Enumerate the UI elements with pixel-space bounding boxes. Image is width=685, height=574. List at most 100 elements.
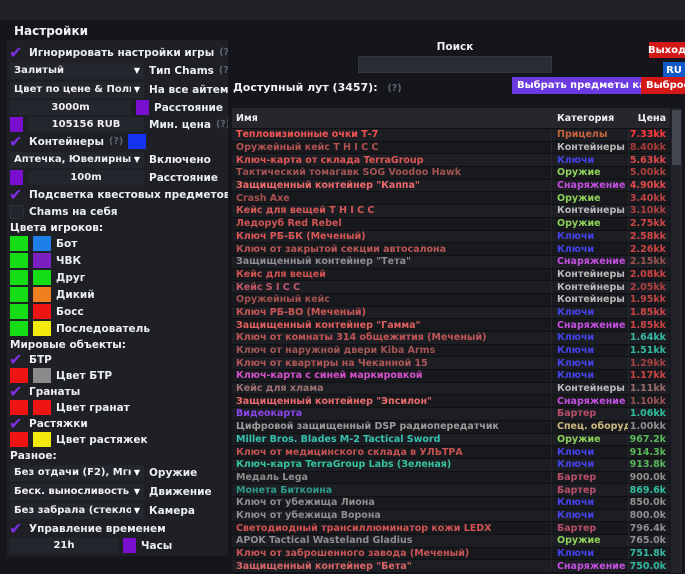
column-header-name[interactable]: Имя — [232, 113, 551, 124]
table-row[interactable]: Кейс для вещей T H I C CКонтейнеры3.10kk — [232, 205, 670, 218]
table-row[interactable]: Оружейный кейс T H I C CКонтейнеры8.40kk — [232, 142, 670, 155]
player-type-label: Босс — [56, 306, 84, 318]
containers-distance-input[interactable]: 100m — [28, 170, 144, 185]
table-row[interactable]: Ключ РБ-БК (Меченый)Ключи2.58kk — [232, 231, 670, 244]
setting-ignore-game[interactable]: Игнорировать настройки игры (?) — [10, 44, 225, 61]
loot-item-name: Ключ от наружной двери Kiba Arms — [232, 345, 551, 356]
table-row[interactable]: Защищенный контейнер "Бета"Снаряжение750… — [232, 560, 670, 573]
hidden-color-swatch[interactable] — [33, 287, 51, 302]
hidden-color-swatch[interactable] — [33, 304, 51, 319]
table-row[interactable]: Ключ от комнаты 314 общежития (Меченый)К… — [232, 332, 670, 345]
tripwire-color-swatch-2[interactable] — [33, 432, 51, 447]
table-row[interactable]: Ключ-карта TerraGroup Labs (Зеленая)Ключ… — [232, 459, 670, 472]
exit-button[interactable]: Выход — [649, 42, 685, 58]
table-row[interactable]: Ключ-карта с синей маркировкойКлючи1.17k… — [232, 370, 670, 383]
table-row[interactable]: Тактический томагавк SOG Voodoo HawkОруж… — [232, 167, 670, 180]
loot-item-price: 1.29kk — [628, 357, 670, 369]
table-row[interactable]: Ключ от медицинского склада в УЛЬТРАКлюч… — [232, 446, 670, 459]
checkbox-quest-highlight-icon[interactable] — [10, 188, 24, 202]
table-row[interactable]: Монета БиткоинаБартер869.6k — [232, 484, 670, 497]
discard-all-button[interactable]: Выбросить все — [641, 77, 685, 94]
loot-item-name: Защищенный контейнер "Бета" — [232, 561, 551, 572]
table-row[interactable]: Miller Bros. Blades M-2 Tactical SwordОр… — [232, 434, 670, 447]
camera-dropdown[interactable]: Без забрала (стекло шлема) ▼ — [10, 503, 144, 519]
distance-input[interactable]: 3000m — [10, 100, 131, 115]
visible-color-swatch[interactable] — [10, 253, 28, 268]
table-row[interactable]: Ключ от убежища ЛионаКлючи850.0k — [232, 497, 670, 510]
cheat-menu-window: Настройки Игнорировать настройки игры (?… — [0, 0, 685, 574]
table-row[interactable]: Цифровой защищенный DSP радиопередатчикС… — [232, 421, 670, 434]
table-row[interactable]: Защищенный контейнер "Гамма"Снаряжение1.… — [232, 319, 670, 332]
table-row[interactable]: Защищенный контейнер "Тета"Снаряжение2.1… — [232, 256, 670, 269]
setting-grenades[interactable]: Гранаты — [10, 384, 225, 399]
table-row[interactable]: Ключ от наружной двери Kiba ArmsКлючи1.5… — [232, 345, 670, 358]
visible-color-swatch[interactable] — [10, 304, 28, 319]
min-price-input[interactable]: 105156 RUB — [28, 117, 144, 132]
containers-filter-dropdown[interactable]: Аптечка, Ювелирные и... ▼ — [10, 152, 144, 168]
visible-color-swatch[interactable] — [10, 270, 28, 285]
table-row[interactable]: Crash AxeОружие3.40kk — [232, 192, 670, 205]
loot-table-scrollbar[interactable] — [671, 108, 682, 573]
checkbox-tripwires-icon[interactable] — [10, 417, 24, 431]
table-row[interactable]: Ключ РБ-ВО (Меченый)Ключи1.85kk — [232, 307, 670, 320]
table-row[interactable]: Оружейный кейсКонтейнеры1.95kk — [232, 294, 670, 307]
table-row[interactable]: Защищенный контейнер "Эпсилон"Снаряжение… — [232, 395, 670, 408]
movement-dropdown[interactable]: Беск. выносливость и нет уста ▼ — [10, 484, 144, 500]
column-header-category[interactable]: Категория — [551, 108, 628, 128]
tripwire-color-swatch-1[interactable] — [10, 432, 28, 447]
language-button[interactable]: RU — [663, 62, 685, 78]
setting-quest-highlight[interactable]: Подсветка квестовых предметов — [10, 186, 225, 203]
distance-color-swatch[interactable] — [136, 100, 149, 115]
table-row[interactable]: Медаль LegaБартер900.0k — [232, 472, 670, 485]
table-row[interactable]: Кейс S I C CКонтейнеры2.05kk — [232, 281, 670, 294]
checkbox-btr-icon[interactable] — [10, 353, 24, 367]
containers-color-swatch[interactable] — [128, 134, 146, 149]
table-row[interactable]: Ключ от заброшенного завода (Меченый)Клю… — [232, 548, 670, 561]
search-input[interactable] — [358, 56, 552, 73]
table-row[interactable]: ВидеокартаБартер1.06kk — [232, 408, 670, 421]
visible-color-swatch[interactable] — [10, 321, 28, 336]
checkbox-chams-self-icon[interactable] — [10, 205, 24, 219]
loot-item-name: Кейс для вещей T H I C C — [232, 205, 551, 216]
weapon-dropdown[interactable]: Без отдачи (F2), Мгновенное п ▼ — [10, 465, 144, 481]
visible-color-swatch[interactable] — [10, 236, 28, 251]
checkbox-grenades-icon[interactable] — [10, 385, 24, 399]
setting-containers[interactable]: Контейнеры (?) — [10, 133, 225, 150]
checkbox-containers-icon[interactable] — [10, 135, 24, 149]
checkbox-ignore-game-icon[interactable] — [10, 46, 24, 60]
table-row[interactable]: Ледоруб Red RebelОружие2.75kk — [232, 218, 670, 231]
table-row[interactable]: Кейс для вещейКонтейнеры2.08kk — [232, 269, 670, 282]
chams-type-dropdown[interactable]: Залитый ▼ — [10, 63, 144, 79]
table-row[interactable]: Защищенный контейнер "Каппа"Снаряжение4.… — [232, 180, 670, 193]
hidden-color-swatch[interactable] — [33, 270, 51, 285]
column-header-price[interactable]: Цена — [628, 108, 670, 128]
hidden-color-swatch[interactable] — [33, 253, 51, 268]
hidden-color-swatch[interactable] — [33, 236, 51, 251]
setting-btr[interactable]: БТР — [10, 352, 225, 367]
all-items-dropdown[interactable]: Цвет по цене & Пользователь ▼ — [10, 82, 144, 98]
table-row[interactable]: Ключ-карта от склада TerraGroupКлючи5.63… — [232, 154, 670, 167]
setting-label: Игнорировать настройки игры — [29, 47, 214, 59]
setting-tripwires[interactable]: Растяжки — [10, 416, 225, 431]
containers-distance-color-swatch[interactable] — [10, 170, 23, 185]
grenade-color-swatch-2[interactable] — [33, 400, 51, 415]
loot-title: Доступный лут (3457): (?) — [233, 81, 402, 94]
table-row[interactable]: Кейс для хламаКонтейнеры1.11kk — [232, 383, 670, 396]
setting-chams-self[interactable]: Chams на себя — [10, 203, 225, 220]
hidden-color-swatch[interactable] — [33, 321, 51, 336]
table-row[interactable]: Ключ от убежища ВоронаКлючи800.0k — [232, 510, 670, 523]
loot-item-price: 1.00kk — [628, 421, 670, 433]
table-row[interactable]: Ключ от квартиры на Чеканной 15Ключи1.29… — [232, 357, 670, 370]
hours-color-swatch[interactable] — [123, 538, 136, 553]
table-row[interactable]: Тепловизионные очки Т-7Прицелы17.33kk — [232, 129, 670, 142]
visible-color-swatch[interactable] — [10, 287, 28, 302]
setting-time-control[interactable]: Управление временем — [10, 520, 225, 537]
table-row[interactable]: Ключ от закрытой секции автосалонаКлючи2… — [232, 243, 670, 256]
table-row[interactable]: Светодиодный трансиллюминатор кожи LEDXБ… — [232, 522, 670, 535]
scrollbar-thumb[interactable] — [672, 110, 681, 165]
checkbox-time-control-icon[interactable] — [10, 522, 24, 536]
btr-color-swatch-2[interactable] — [33, 368, 51, 383]
hours-input[interactable]: 21h — [10, 538, 118, 553]
table-row[interactable]: APOK Tactical Wasteland GladiusОружие765… — [232, 535, 670, 548]
min-price-color-swatch[interactable] — [10, 117, 23, 132]
